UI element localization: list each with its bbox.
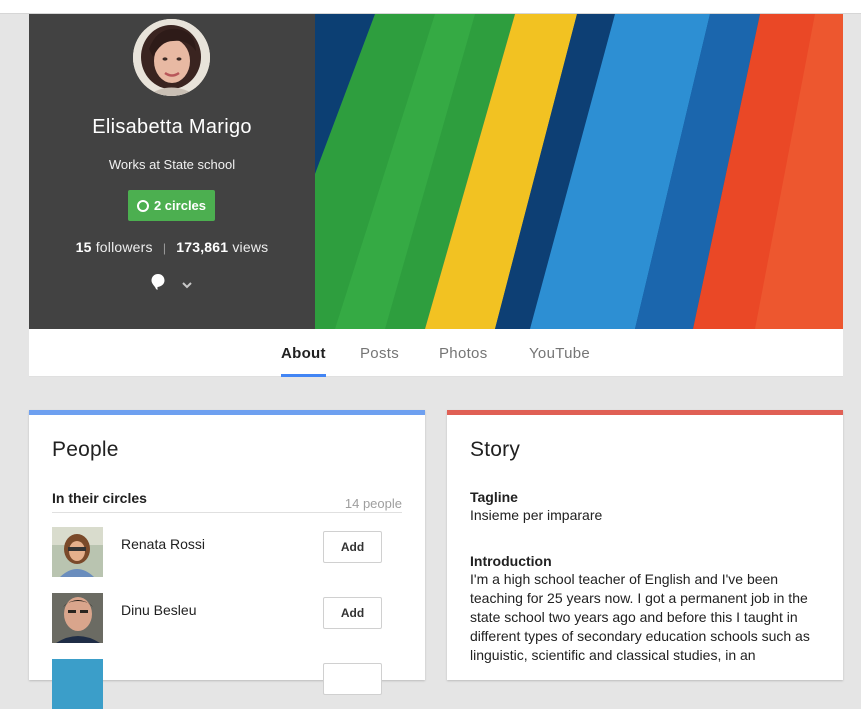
tagline-text: Insieme per imparare [470,507,603,523]
list-item [52,659,402,709]
circles-label: 2 circles [153,198,207,213]
people-card: People In their circles 14 people Renata… [29,410,425,709]
followers-count: 15 [75,239,92,255]
stats-separator: | [162,241,167,255]
avatar[interactable] [133,19,210,96]
chevron-down-icon[interactable] [181,276,193,294]
avatar[interactable] [52,527,103,577]
circles-button[interactable]: 2 circles [128,190,215,221]
tab-posts[interactable]: Posts [360,329,399,377]
top-bar [0,0,861,14]
in-their-circles-header: In their circles 14 people [52,490,402,513]
people-count[interactable]: 14 people [345,496,402,511]
add-button[interactable]: Add [323,531,382,563]
tab-about[interactable]: About [281,329,326,377]
in-their-circles-label: In their circles [52,490,147,506]
followers-label: followers [95,239,153,255]
list-item: Dinu Besleu Add [52,593,402,643]
tab-youtube[interactable]: YouTube [529,329,590,377]
story-accent-bar [447,410,843,415]
story-title: Story [470,438,521,461]
profile-name: Elisabetta Marigo [92,116,252,138]
profile-work: Works at State school [108,157,236,172]
person-name[interactable]: Dinu Besleu [121,602,197,618]
person-name[interactable]: Renata Rossi [121,536,205,552]
people-accent-bar [29,410,425,415]
tab-photos[interactable]: Photos [439,329,488,377]
views-count: 173,861 [176,239,229,255]
cover-photo [315,14,843,329]
introduction-heading: Introduction [470,553,552,569]
people-title: People [52,438,119,461]
views-label: views [232,239,269,255]
list-item: Renata Rossi Add [52,527,402,577]
introduction-text: I'm a high school teacher of English and… [470,571,810,663]
profile-actions [29,274,315,295]
tabs-bar: About Posts Photos YouTube [29,329,843,377]
avatar[interactable] [52,593,103,643]
profile-stats: 15 followers | 173,861 views [29,239,315,255]
story-card: Story Tagline Insieme per imparare Intro… [447,410,843,680]
circle-icon [136,199,149,212]
tagline-heading: Tagline [470,489,518,505]
profile-card: Elisabetta Marigo Works at State school … [29,14,315,329]
location-pin-icon[interactable] [151,274,165,295]
introduction-section: Introduction I'm a high school teacher o… [470,553,820,665]
add-button[interactable]: Add [323,597,382,629]
tagline-section: Tagline Insieme per imparare [470,489,820,525]
avatar[interactable] [52,659,103,709]
